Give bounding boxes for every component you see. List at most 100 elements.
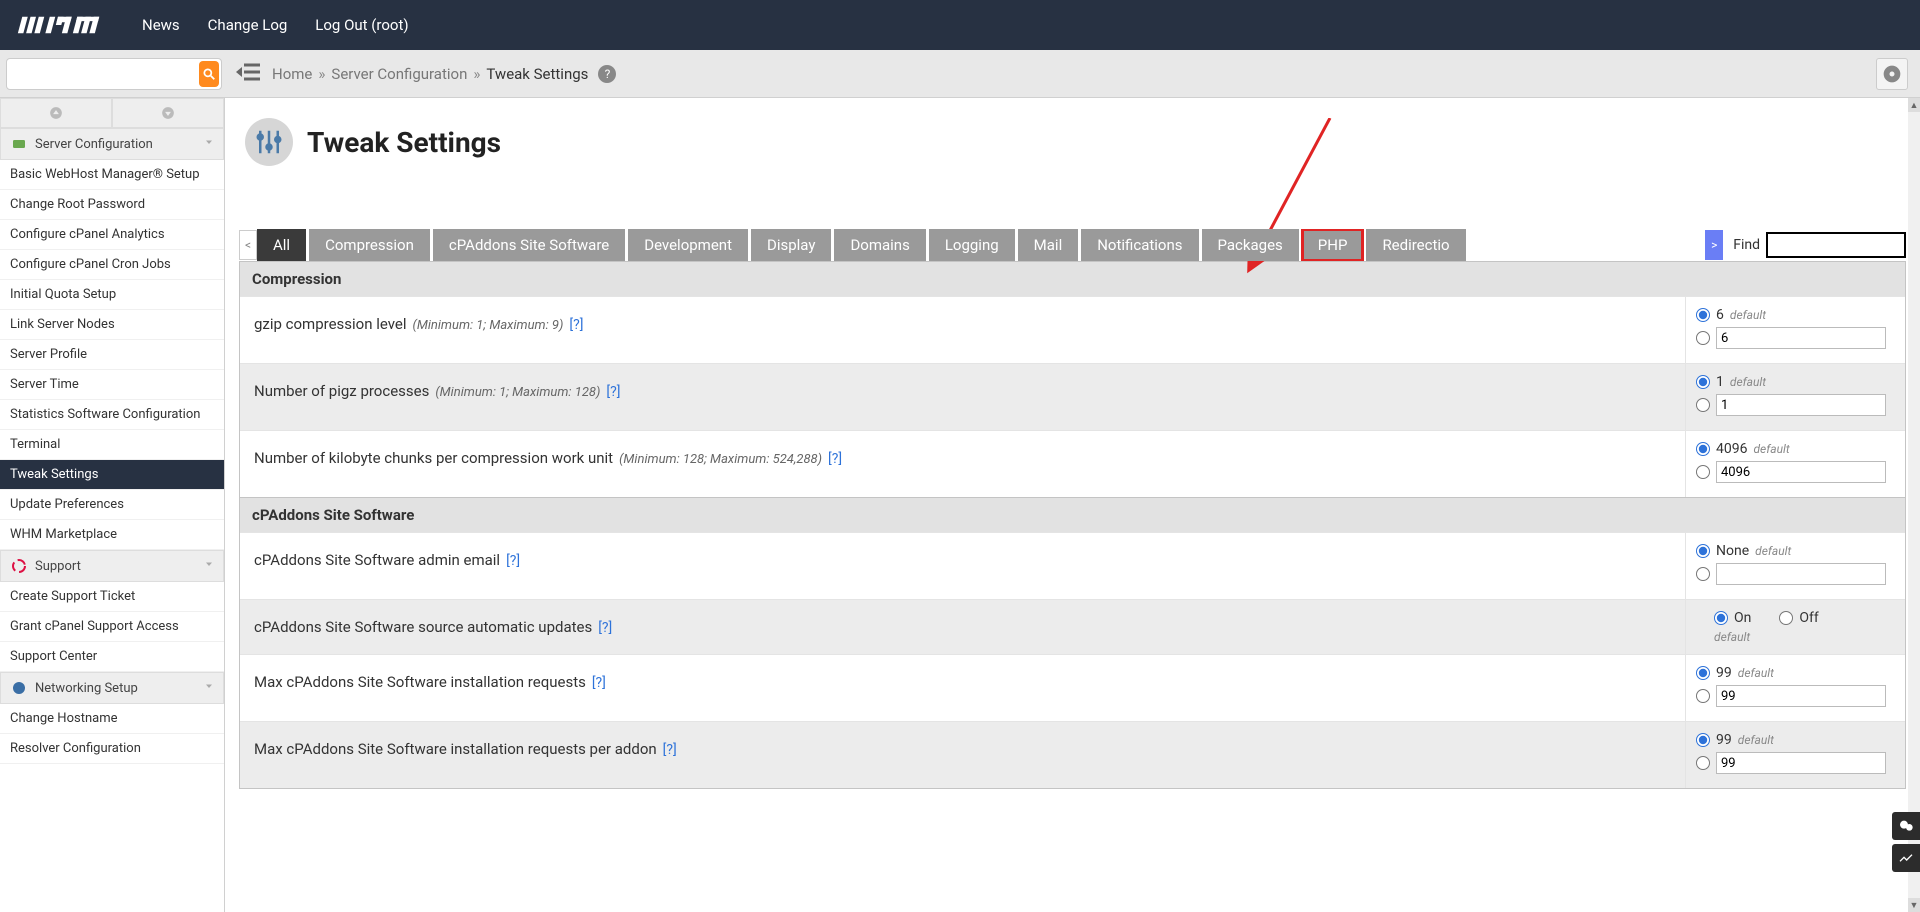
tab-all[interactable]: All: [257, 229, 306, 261]
radio-custom[interactable]: [1696, 567, 1710, 581]
sidebar-item[interactable]: Configure cPanel Analytics: [0, 220, 224, 250]
tab-development[interactable]: Development: [628, 229, 748, 261]
setting-row: Max cPAddons Site Software installation …: [240, 654, 1905, 721]
sidebar-scroll[interactable]: Server ConfigurationBasic WebHost Manage…: [0, 128, 224, 912]
menu-toggle-icon[interactable]: [236, 63, 260, 85]
help-link[interactable]: [?]: [506, 553, 520, 569]
tab-mail[interactable]: Mail: [1018, 229, 1079, 261]
find-label: Find: [1733, 237, 1760, 253]
setting-control: 6 default: [1685, 297, 1905, 363]
search-icon[interactable]: [199, 61, 219, 87]
setting-control: None default: [1685, 533, 1905, 599]
feedback-icon[interactable]: [1892, 812, 1920, 840]
sidebar-category[interactable]: Server Configuration: [0, 128, 224, 160]
sidebar-item[interactable]: Update Preferences: [0, 490, 224, 520]
radio-custom[interactable]: [1696, 689, 1710, 703]
radio-on[interactable]: [1714, 611, 1728, 625]
sidebar-category[interactable]: Networking Setup: [0, 672, 224, 704]
sidebar-item[interactable]: WHM Marketplace: [0, 520, 224, 550]
sidebar-item[interactable]: Resolver Configuration: [0, 734, 224, 764]
setting-row: cPAddons Site Software source automatic …: [240, 599, 1905, 654]
sidebar-item[interactable]: Statistics Software Configuration: [0, 400, 224, 430]
sidebar-item[interactable]: Server Time: [0, 370, 224, 400]
tab-packages[interactable]: Packages: [1202, 229, 1299, 261]
custom-value-input[interactable]: [1716, 461, 1886, 483]
scroll-down-icon[interactable]: ▼: [1908, 898, 1920, 912]
custom-value-input[interactable]: [1716, 327, 1886, 349]
radio-default[interactable]: [1696, 308, 1710, 322]
tab-php[interactable]: PHP: [1302, 229, 1364, 261]
main-scrollbar[interactable]: ▲ ▼: [1908, 98, 1920, 912]
setting-label: Max cPAddons Site Software installation …: [240, 722, 1685, 788]
radio-custom[interactable]: [1696, 465, 1710, 479]
sidebar-search-input[interactable]: [9, 63, 199, 85]
setting-row: Number of pigz processes(Minimum: 1; Max…: [240, 363, 1905, 430]
tab-scroll-left[interactable]: <: [239, 230, 257, 260]
help-icon[interactable]: ?: [598, 65, 616, 83]
find-input[interactable]: [1766, 232, 1906, 258]
setting-control: 1 default: [1685, 364, 1905, 430]
stats-icon[interactable]: [1892, 844, 1920, 872]
help-link[interactable]: [?]: [663, 742, 677, 758]
radio-custom[interactable]: [1696, 398, 1710, 412]
radio-custom[interactable]: [1696, 756, 1710, 770]
custom-value-input[interactable]: [1716, 752, 1886, 774]
custom-value-input[interactable]: [1716, 563, 1886, 585]
sidebar-item[interactable]: Change Root Password: [0, 190, 224, 220]
sidebar-item[interactable]: Support Center: [0, 642, 224, 672]
sidebar-item[interactable]: Change Hostname: [0, 704, 224, 734]
custom-value-input[interactable]: [1716, 685, 1886, 707]
tab-notifications[interactable]: Notifications: [1081, 229, 1198, 261]
tab-domains[interactable]: Domains: [834, 229, 925, 261]
page-title: Tweak Settings: [307, 126, 501, 159]
sidebar-category[interactable]: Support: [0, 550, 224, 582]
sidebar-item[interactable]: Configure cPanel Cron Jobs: [0, 250, 224, 280]
sidebar-item[interactable]: Initial Quota Setup: [0, 280, 224, 310]
setting-label: Number of pigz processes(Minimum: 1; Max…: [240, 364, 1685, 430]
collapse-up-icon[interactable]: [0, 98, 112, 128]
tab-compression[interactable]: Compression: [309, 229, 430, 261]
custom-value-input[interactable]: [1716, 394, 1886, 416]
radio-default[interactable]: [1696, 666, 1710, 680]
sidebar-search[interactable]: [6, 58, 222, 90]
setting-label: Number of kilobyte chunks per compressio…: [240, 431, 1685, 497]
sidebar-item[interactable]: Create Support Ticket: [0, 582, 224, 612]
tab-cpaddons-site-software[interactable]: cPAddons Site Software: [433, 229, 625, 261]
settings-gear-icon[interactable]: [1876, 58, 1908, 90]
tab-scroll-right[interactable]: >: [1705, 230, 1723, 260]
collapse-down-icon[interactable]: [112, 98, 224, 128]
sidebar-item[interactable]: Server Profile: [0, 340, 224, 370]
scroll-up-icon[interactable]: ▲: [1908, 98, 1920, 112]
crumb-home[interactable]: Home: [272, 65, 312, 83]
crumb-current: Tweak Settings: [486, 65, 588, 83]
sidebar-item[interactable]: Link Server Nodes: [0, 310, 224, 340]
help-link[interactable]: [?]: [828, 451, 842, 467]
radio-default[interactable]: [1696, 544, 1710, 558]
sidebar-item[interactable]: Grant cPanel Support Access: [0, 612, 224, 642]
tab-redirectio[interactable]: Redirectio: [1366, 229, 1465, 261]
sidebar-item[interactable]: Terminal: [0, 430, 224, 460]
sidebar-item[interactable]: Basic WebHost Manager® Setup: [0, 160, 224, 190]
help-link[interactable]: [?]: [592, 675, 606, 691]
crumb-category[interactable]: Server Configuration: [331, 65, 467, 83]
sidebar-item[interactable]: Tweak Settings: [0, 460, 224, 490]
setting-control: OnOffdefault: [1685, 600, 1905, 654]
radio-default[interactable]: [1696, 733, 1710, 747]
radio-off[interactable]: [1779, 611, 1793, 625]
help-link[interactable]: [?]: [569, 317, 583, 333]
radio-default[interactable]: [1696, 375, 1710, 389]
tab-logging[interactable]: Logging: [929, 229, 1015, 261]
nav-changelog[interactable]: Change Log: [208, 16, 288, 34]
category-label: Networking Setup: [35, 681, 138, 696]
tabs-row: < AllCompressioncPAddons Site SoftwareDe…: [239, 229, 1906, 261]
tab-display[interactable]: Display: [751, 229, 831, 261]
setting-control: 4096 default: [1685, 431, 1905, 497]
setting-control: 99 default: [1685, 655, 1905, 721]
radio-default[interactable]: [1696, 442, 1710, 456]
nav-logout[interactable]: Log Out (root): [315, 16, 408, 34]
help-link[interactable]: [?]: [606, 384, 620, 400]
nav-news[interactable]: News: [142, 16, 180, 34]
radio-custom[interactable]: [1696, 331, 1710, 345]
help-link[interactable]: [?]: [598, 620, 612, 636]
chevron-down-icon: [203, 680, 215, 696]
